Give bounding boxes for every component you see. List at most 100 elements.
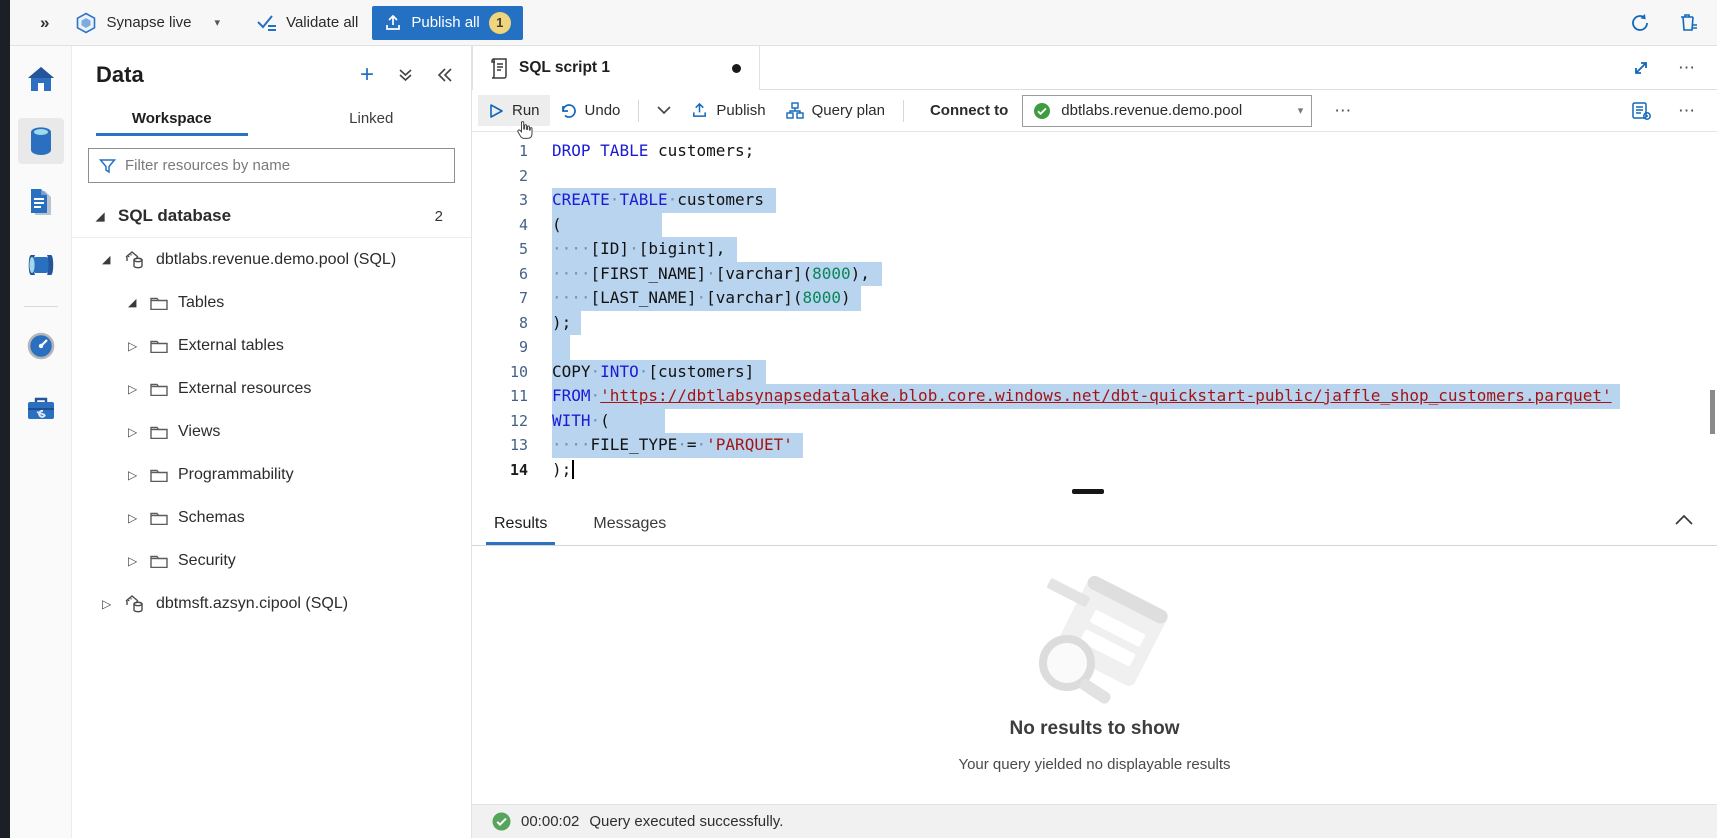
expanded-triangle-icon[interactable]: ◢ bbox=[96, 210, 118, 223]
synapse-live-dropdown[interactable]: Synapse live ▾ bbox=[75, 12, 220, 34]
nav-divider bbox=[24, 306, 58, 307]
collapsed-triangle-icon[interactable]: ▷ bbox=[128, 382, 150, 396]
tree-item-label: Tables bbox=[178, 294, 224, 312]
query-plan-button[interactable]: Query plan bbox=[776, 95, 895, 126]
splitter-handle[interactable] bbox=[1072, 489, 1104, 494]
collapse-panel-icon[interactable] bbox=[437, 67, 453, 83]
nav-home-icon[interactable] bbox=[18, 56, 64, 102]
discard-trash-icon[interactable] bbox=[1677, 12, 1699, 34]
collapsed-triangle-icon[interactable]: ▷ bbox=[128, 554, 150, 568]
code-line-5[interactable]: 5····[ID]·[bigint], bbox=[472, 237, 1717, 262]
nav-monitor-icon[interactable] bbox=[18, 323, 64, 369]
publish-button[interactable]: Publish bbox=[681, 95, 775, 126]
code-line-10[interactable]: 10COPY·INTO·[customers] bbox=[472, 360, 1717, 385]
collapse-results-icon[interactable] bbox=[1675, 514, 1693, 525]
code-line-9[interactable]: 9 bbox=[472, 335, 1717, 360]
code-line-14[interactable]: 14); bbox=[472, 458, 1717, 483]
code-line-1[interactable]: 1DROP TABLE customers; bbox=[472, 139, 1717, 164]
validate-all-button[interactable]: Validate all bbox=[256, 13, 358, 33]
expand-all-icon[interactable] bbox=[398, 67, 413, 83]
tab-workspace[interactable]: Workspace bbox=[72, 102, 272, 136]
expanded-triangle-icon[interactable]: ◢ bbox=[102, 253, 124, 266]
code-line-4[interactable]: 4( bbox=[472, 213, 1717, 238]
editor-tabbar: SQL script 1 ⋯ bbox=[472, 46, 1717, 90]
nav-integrate-icon[interactable] bbox=[18, 242, 64, 288]
line-number: 5 bbox=[472, 237, 552, 262]
sql-script-icon bbox=[489, 57, 509, 79]
toolbar-more-icon[interactable]: ⋯ bbox=[1334, 101, 1353, 121]
publish-count-badge: 1 bbox=[489, 12, 511, 34]
code-line-13[interactable]: 13····FILE_TYPE·=·'PARQUET' bbox=[472, 433, 1717, 458]
chevron-down-icon: ▾ bbox=[1298, 104, 1304, 117]
collapsed-triangle-icon[interactable]: ▷ bbox=[128, 339, 150, 353]
tree-item-dbtmsft-azsyn-cipool-sql-[interactable]: ▷ dbtmsft.azsyn.cipool (SQL) bbox=[72, 582, 471, 625]
results-empty-state: No results to show Your query yielded no… bbox=[472, 546, 1717, 804]
line-number: 8 bbox=[472, 311, 552, 336]
code-line-6[interactable]: 6····[FIRST_NAME]·[varchar](8000), bbox=[472, 262, 1717, 287]
tree-item-sql-database[interactable]: ◢SQL database2 bbox=[72, 195, 471, 238]
data-explorer-panel: Data + Workspace Linked bbox=[72, 46, 472, 838]
text-cursor bbox=[572, 460, 574, 479]
code-line-content: CREATE·TABLE·customers bbox=[552, 188, 776, 213]
panel-title: Data bbox=[96, 62, 144, 88]
tree-item-programmability[interactable]: ▷Programmability bbox=[72, 453, 471, 496]
collapsed-triangle-icon[interactable]: ▷ bbox=[128, 425, 150, 439]
tree-item-external-tables[interactable]: ▷External tables bbox=[72, 324, 471, 367]
refresh-icon[interactable] bbox=[1629, 12, 1651, 34]
query-plan-label: Query plan bbox=[812, 102, 885, 119]
nav-develop-icon[interactable] bbox=[18, 180, 64, 226]
filter-box[interactable] bbox=[88, 148, 455, 183]
code-line-content: WITH·( bbox=[552, 409, 665, 434]
tree-item-dbtlabs-revenue-demo-pool-sql-[interactable]: ◢dbtlabs.revenue.demo.pool (SQL) bbox=[72, 238, 471, 281]
tree-item-label: Security bbox=[178, 552, 236, 570]
filter-resources-input[interactable] bbox=[125, 157, 444, 174]
line-number: 6 bbox=[472, 262, 552, 287]
tab-more-icon[interactable]: ⋯ bbox=[1678, 58, 1697, 78]
collapsed-triangle-icon[interactable]: ▷ bbox=[102, 597, 124, 611]
line-number: 13 bbox=[472, 433, 552, 458]
expand-topnav-icon[interactable]: » bbox=[40, 13, 49, 33]
collapsed-triangle-icon[interactable]: ▷ bbox=[128, 511, 150, 525]
tree-item-schemas[interactable]: ▷Schemas bbox=[72, 496, 471, 539]
tab-linked[interactable]: Linked bbox=[272, 102, 472, 136]
tab-title: SQL script 1 bbox=[519, 59, 610, 77]
nav-manage-icon[interactable] bbox=[18, 385, 64, 431]
tree-item-external-resources[interactable]: ▷External resources bbox=[72, 367, 471, 410]
code-line-3[interactable]: 3CREATE·TABLE·customers bbox=[472, 188, 1717, 213]
expand-editor-icon[interactable] bbox=[1632, 59, 1650, 77]
line-number: 2 bbox=[472, 164, 552, 189]
code-line-content: ····[LAST_NAME]·[varchar](8000) bbox=[552, 286, 861, 311]
publish-all-button[interactable]: Publish all 1 bbox=[372, 6, 522, 40]
synapse-studio-app: » Synapse live ▾ Validate all bbox=[0, 0, 1717, 838]
connection-value: dbtlabs.revenue.demo.pool bbox=[1061, 102, 1287, 119]
undo-button[interactable]: Undo bbox=[550, 95, 631, 126]
code-editor[interactable]: 1DROP TABLE customers;23CREATE·TABLE·cus… bbox=[472, 132, 1717, 500]
tree-item-label: dbtmsft.azsyn.cipool (SQL) bbox=[156, 595, 348, 613]
connection-dropdown[interactable]: dbtlabs.revenue.demo.pool ▾ bbox=[1022, 95, 1312, 127]
connect-to-label: Connect to bbox=[930, 102, 1008, 119]
tab-sql-script-1[interactable]: SQL script 1 bbox=[472, 46, 760, 90]
line-number: 11 bbox=[472, 384, 552, 409]
editor-more-icon[interactable]: ⋯ bbox=[1678, 101, 1697, 121]
run-button[interactable]: Run bbox=[478, 95, 550, 126]
nav-data-icon[interactable] bbox=[18, 118, 64, 164]
code-line-12[interactable]: 12WITH·( bbox=[472, 409, 1717, 434]
folder-icon bbox=[150, 425, 168, 439]
code-line-2[interactable]: 2 bbox=[472, 164, 1717, 189]
run-options-chevron[interactable] bbox=[647, 99, 681, 122]
editor-scrollbar[interactable] bbox=[1710, 390, 1715, 434]
add-resource-icon[interactable]: + bbox=[360, 65, 374, 85]
code-line-8[interactable]: 8); bbox=[472, 311, 1717, 336]
collapsed-triangle-icon[interactable]: ▷ bbox=[128, 468, 150, 482]
query-statusbar: 00:00:02 Query executed successfully. bbox=[472, 804, 1717, 838]
tree-item-views[interactable]: ▷Views bbox=[72, 410, 471, 453]
tree-item-security[interactable]: ▷ Security bbox=[72, 539, 471, 582]
code-line-11[interactable]: 11FROM·'https://dbtlabsynapsedatalake.bl… bbox=[472, 384, 1717, 409]
tree-item-tables[interactable]: ◢ Tables bbox=[72, 281, 471, 324]
line-number: 10 bbox=[472, 360, 552, 385]
tab-messages[interactable]: Messages bbox=[579, 505, 680, 545]
tab-results[interactable]: Results bbox=[480, 505, 561, 545]
properties-icon[interactable] bbox=[1631, 101, 1652, 121]
expanded-triangle-icon[interactable]: ◢ bbox=[128, 296, 150, 309]
code-line-7[interactable]: 7····[LAST_NAME]·[varchar](8000) bbox=[472, 286, 1717, 311]
